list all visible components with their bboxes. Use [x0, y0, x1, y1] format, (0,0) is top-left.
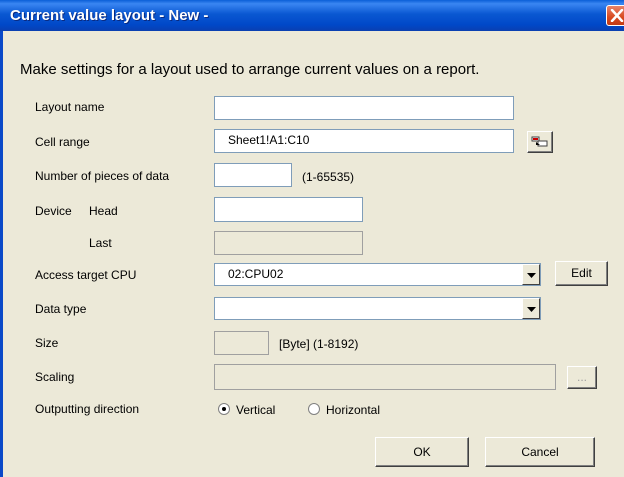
scaling-input — [214, 364, 556, 390]
horizontal-radio[interactable] — [308, 403, 320, 415]
access-target-cpu-select[interactable]: 02:CPU02 — [214, 263, 541, 286]
cpu-dropdown-button[interactable] — [522, 264, 540, 285]
data-type-dropdown-button[interactable] — [522, 298, 540, 319]
horizontal-radio-label[interactable]: Horizontal — [326, 403, 380, 417]
device-last-label: Last — [89, 236, 112, 250]
dialog-description: Make settings for a layout used to arran… — [20, 61, 480, 78]
size-unit: [Byte] (1-8192) — [279, 337, 359, 351]
cell-range-input[interactable]: Sheet1!A1:C10 — [214, 129, 514, 153]
device-last-input — [214, 231, 363, 255]
device-head-input[interactable] — [214, 197, 363, 222]
scaling-browse-button[interactable]: ... — [567, 366, 597, 389]
cell-range-label: Cell range — [35, 135, 90, 149]
num-pieces-range: (1-65535) — [302, 170, 355, 184]
layout-name-input[interactable] — [214, 96, 514, 120]
num-pieces-label: Number of pieces of data — [35, 169, 170, 183]
data-type-select[interactable] — [214, 297, 541, 320]
cell-range-picker-button[interactable] — [527, 131, 553, 153]
device-label: Device — [35, 204, 72, 218]
data-type-label: Data type — [35, 302, 87, 316]
close-button[interactable] — [606, 5, 624, 26]
dropdown-arrow-icon — [527, 273, 536, 278]
window-frame — [0, 31, 3, 477]
close-icon — [610, 9, 624, 22]
device-head-label: Head — [89, 204, 118, 218]
cancel-button[interactable]: Cancel — [485, 437, 595, 467]
ok-button[interactable]: OK — [375, 437, 469, 467]
access-target-cpu-label: Access target CPU — [35, 268, 137, 282]
title-bar: Current value layout - New - — [0, 0, 624, 31]
num-pieces-input[interactable] — [214, 163, 292, 187]
size-label: Size — [35, 336, 59, 350]
dropdown-arrow-icon — [527, 307, 536, 312]
edit-button[interactable]: Edit — [555, 261, 608, 286]
layout-name-label: Layout name — [35, 100, 105, 114]
scaling-label: Scaling — [35, 370, 75, 384]
window-title: Current value layout - New - — [10, 7, 209, 24]
vertical-radio[interactable] — [218, 403, 230, 415]
outputting-direction-label: Outputting direction — [35, 402, 140, 416]
size-input — [214, 331, 269, 355]
vertical-radio-label[interactable]: Vertical — [236, 403, 275, 417]
range-select-icon — [531, 136, 548, 147]
